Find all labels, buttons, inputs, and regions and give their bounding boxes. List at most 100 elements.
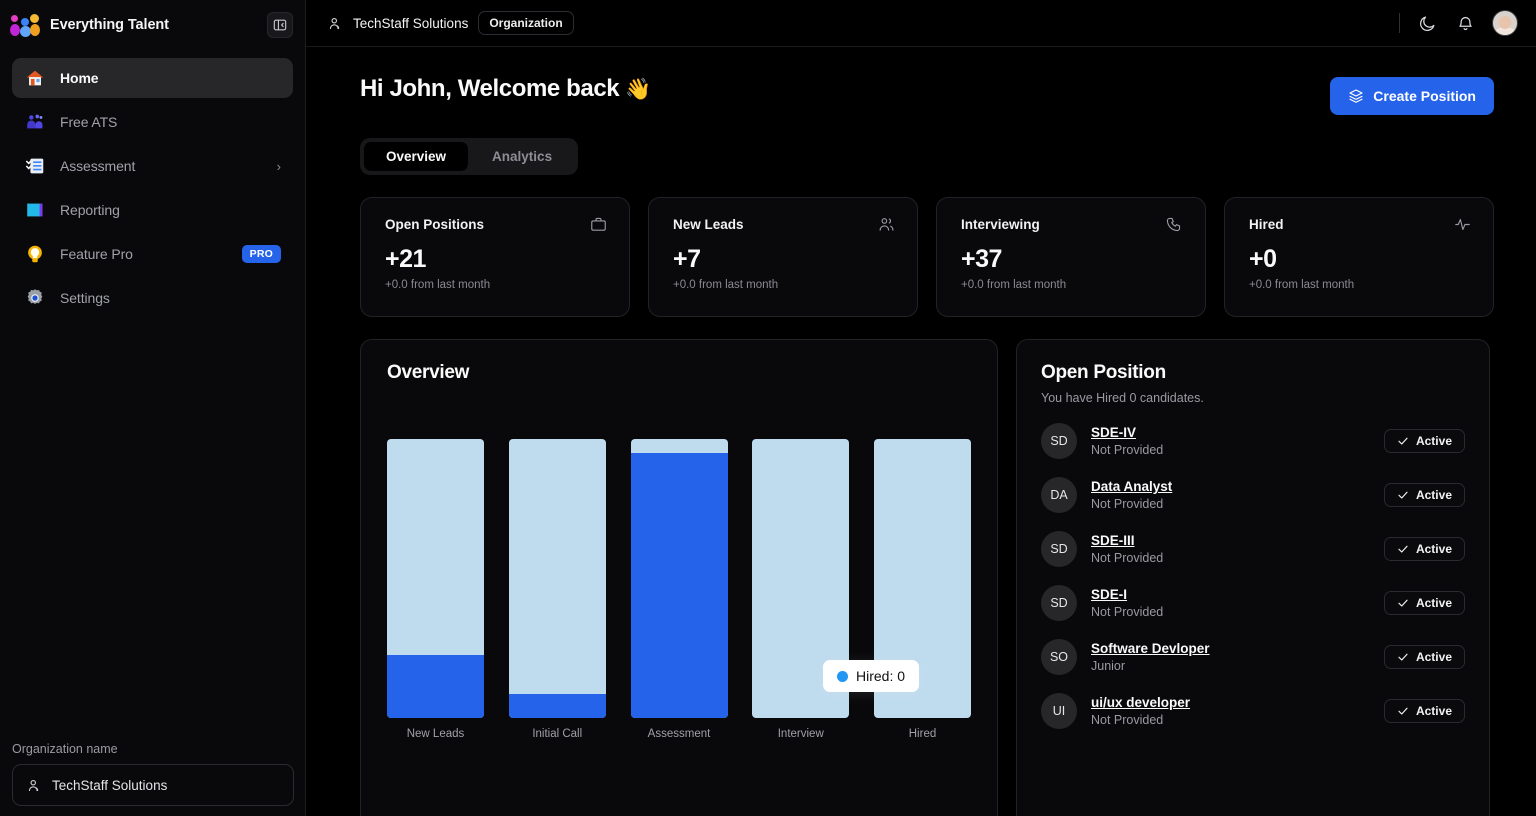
status-badge[interactable]: Active — [1383, 537, 1465, 561]
position-meta: Not Provided — [1091, 713, 1164, 727]
position-name-link[interactable]: Software Devloper — [1091, 641, 1210, 656]
panel-collapse-icon — [273, 19, 287, 31]
topbar-org-chip[interactable]: Organization — [478, 11, 574, 35]
avatar: SO — [1041, 639, 1077, 675]
status-badge[interactable]: Active — [1383, 645, 1465, 669]
topbar-org-name: TechStaff Solutions — [353, 15, 469, 31]
list-item[interactable]: SD SDE-I Not Provided Active — [1041, 585, 1465, 621]
position-name-link[interactable]: SDE-IV — [1091, 425, 1163, 440]
overview-chart-card: Overview New Leads Initial Call Assessme… — [360, 339, 998, 816]
people-icon — [24, 111, 46, 133]
status-label: Active — [1415, 650, 1452, 664]
everything-talent-logo-icon — [10, 13, 40, 37]
sidebar-item-reporting[interactable]: Reporting — [12, 190, 293, 230]
list-item[interactable]: SD SDE-III Not Provided Active — [1041, 531, 1465, 567]
tab-analytics[interactable]: Analytics — [470, 142, 574, 171]
bar-label: Assessment — [647, 728, 711, 740]
status-badge[interactable]: Active — [1383, 699, 1465, 723]
panels: Overview New Leads Initial Call Assessme… — [360, 339, 1494, 816]
avatar: DA — [1041, 477, 1077, 513]
bar-column[interactable]: Interview — [752, 439, 850, 740]
bar-track — [630, 439, 728, 718]
status-label: Active — [1415, 596, 1452, 610]
stat-value: +21 — [385, 245, 426, 273]
stat-title: Open Positions — [385, 217, 485, 232]
sidebar-item-free-ats[interactable]: Free ATS — [12, 102, 293, 142]
stat-subtext: +0.0 from last month — [673, 279, 779, 291]
sidebar-item-label: Settings — [60, 290, 110, 306]
position-name-link[interactable]: ui/ux developer — [1091, 695, 1190, 710]
bar-fill — [630, 452, 728, 718]
open-position-list: SD SDE-IV Not Provided Active DA Data An… — [1041, 423, 1465, 729]
status-label: Active — [1415, 488, 1452, 502]
bar-chart: New Leads Initial Call Assessment Interv… — [387, 430, 971, 740]
open-position-subtitle: You have Hired 0 candidates. — [1041, 391, 1204, 405]
stat-title: Hired — [1249, 217, 1284, 232]
org-user-icon — [329, 17, 340, 29]
position-name-link[interactable]: Data Analyst — [1091, 479, 1172, 494]
stat-value: +37 — [961, 245, 1002, 273]
notifications-button[interactable] — [1454, 12, 1476, 34]
house-icon — [24, 67, 46, 89]
organization-selector[interactable]: TechStaff Solutions — [12, 764, 294, 806]
divider — [1399, 13, 1400, 33]
stat-card-interviewing: Interviewing +37 +0.0 from last month — [936, 197, 1206, 317]
page-content: Hi John, Welcome back 👋 Create Position O… — [306, 47, 1536, 816]
sidebar: Everything Talent Home Free ATS Assessme… — [0, 0, 306, 816]
stat-cards: Open Positions +21 +0.0 from last month — [360, 197, 1494, 317]
bar-label: Hired — [908, 728, 937, 740]
sidebar-item-settings[interactable]: Settings — [12, 278, 293, 318]
position-meta: Not Provided — [1091, 551, 1164, 565]
sidebar-collapse-button[interactable] — [267, 12, 293, 38]
list-item[interactable]: SD SDE-IV Not Provided Active — [1041, 423, 1465, 459]
stat-subtext: +0.0 from last month — [961, 279, 1067, 291]
list-item[interactable]: DA Data Analyst Not Provided Active — [1041, 477, 1465, 513]
check-icon — [1398, 491, 1408, 499]
main-area: TechStaff Solutions Organization Hi John… — [306, 0, 1536, 816]
status-badge[interactable]: Active — [1383, 429, 1465, 453]
check-icon — [1398, 545, 1408, 553]
list-item[interactable]: SO Software Devloper Junior Active — [1041, 639, 1465, 675]
bar-column[interactable]: Initial Call — [508, 439, 606, 740]
open-position-title: Open Position — [1041, 362, 1166, 383]
position-name-link[interactable]: SDE-III — [1091, 533, 1163, 548]
users-icon — [878, 216, 895, 233]
bar-column[interactable]: Assessment — [630, 439, 728, 740]
lightbulb-icon — [24, 243, 46, 265]
status-badge[interactable]: Active — [1383, 591, 1465, 615]
status-label: Active — [1415, 434, 1452, 448]
sidebar-item-assessment[interactable]: Assessment › — [12, 146, 293, 186]
sidebar-footer: Organization name TechStaff Solutions — [0, 742, 306, 806]
sidebar-item-feature-pro[interactable]: Feature Pro PRO — [12, 234, 293, 274]
sidebar-item-label: Assessment — [60, 158, 136, 174]
tooltip-label: Hired: 0 — [856, 668, 906, 684]
page-header: Hi John, Welcome back 👋 Create Position — [360, 75, 1494, 115]
theme-toggle-button[interactable] — [1416, 12, 1438, 34]
activity-icon — [1454, 216, 1471, 233]
avatar: SD — [1041, 531, 1077, 567]
phone-icon — [1166, 216, 1183, 233]
create-position-button[interactable]: Create Position — [1330, 77, 1494, 115]
topbar: TechStaff Solutions Organization — [306, 0, 1536, 47]
bar-track — [508, 439, 606, 718]
check-icon — [1398, 707, 1408, 715]
checklist-icon — [24, 155, 46, 177]
bar-label: New Leads — [406, 728, 465, 740]
sidebar-item-label: Feature Pro — [60, 246, 133, 262]
status-badge[interactable]: Active — [1383, 483, 1465, 507]
list-item[interactable]: UI ui/ux developer Not Provided Active — [1041, 693, 1465, 729]
sidebar-item-label: Home — [60, 70, 99, 86]
position-name-link[interactable]: SDE-I — [1091, 587, 1163, 602]
page-title: Hi John, Welcome back 👋 — [360, 75, 651, 103]
bar-track — [387, 439, 484, 718]
sidebar-item-home[interactable]: Home — [12, 58, 293, 98]
check-icon — [1398, 653, 1408, 661]
position-meta: Junior — [1091, 659, 1126, 673]
avatar[interactable] — [1492, 10, 1518, 36]
tooltip-dot-icon — [837, 670, 848, 682]
stat-card-new-leads: New Leads +7 +0.0 from last month — [648, 197, 918, 317]
bar-column[interactable]: Hired — [874, 439, 971, 740]
chevron-right-icon[interactable]: › — [277, 160, 281, 173]
bar-column[interactable]: New Leads — [387, 439, 484, 740]
tab-overview[interactable]: Overview — [364, 142, 469, 171]
